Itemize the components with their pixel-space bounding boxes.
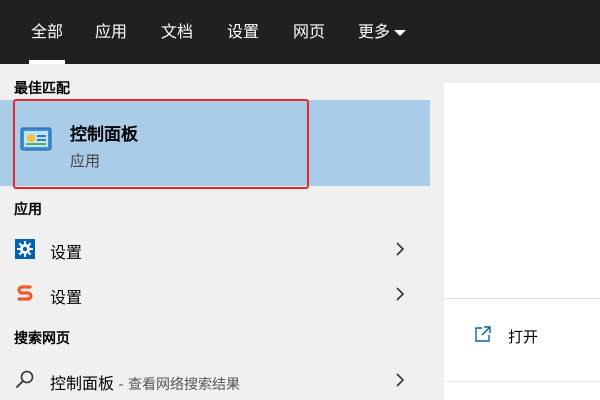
tab-more[interactable]: 更多 (352, 0, 412, 64)
gear-icon (15, 239, 35, 259)
tab-all[interactable]: 全部 (25, 0, 69, 64)
web-search-result[interactable]: 控制面板 - 查看网络搜索结果 (0, 358, 430, 400)
section-header-best-match: 最佳匹配 (14, 81, 70, 97)
web-result-label: 控制面板 - 查看网络搜索结果 (50, 370, 240, 394)
section-header-apps: 应用 (14, 202, 42, 218)
app-result-label: 设置 (50, 243, 83, 262)
web-result-query: 控制面板 (50, 374, 115, 393)
open-icon (475, 326, 491, 342)
chevron-right-icon[interactable] (394, 372, 406, 388)
divider (444, 381, 600, 382)
search-icon (16, 370, 34, 388)
chevron-down-icon (394, 29, 407, 36)
s-app-icon (17, 285, 33, 301)
tab-web[interactable]: 网页 (287, 0, 331, 64)
app-result-label: 设置 (50, 288, 83, 307)
highlight-box (13, 99, 309, 189)
app-result-settings[interactable]: 设置 (0, 227, 430, 271)
search-scope-tabs: 全部 应用 文档 设置 网页 更多 (0, 0, 600, 64)
divider (444, 298, 600, 299)
open-action[interactable]: 打开 (444, 319, 600, 353)
section-header-web: 搜索网页 (14, 331, 70, 347)
results-panel: 最佳匹配 控制面板 应用 应用 设置 设置 搜索网页 控制面板 - 查看网络搜索… (0, 64, 430, 400)
chevron-right-icon[interactable] (394, 241, 406, 257)
app-result-settings-2[interactable]: 设置 (0, 272, 430, 316)
web-result-suffix: - 查看网络搜索结果 (114, 377, 240, 393)
tab-settings[interactable]: 设置 (221, 0, 265, 64)
chevron-right-icon[interactable] (394, 286, 406, 302)
preview-panel: 打开 (444, 83, 600, 400)
open-label: 打开 (508, 328, 539, 346)
tab-documents[interactable]: 文档 (155, 0, 199, 64)
tab-apps[interactable]: 应用 (89, 0, 133, 64)
tab-more-label: 更多 (358, 22, 391, 41)
